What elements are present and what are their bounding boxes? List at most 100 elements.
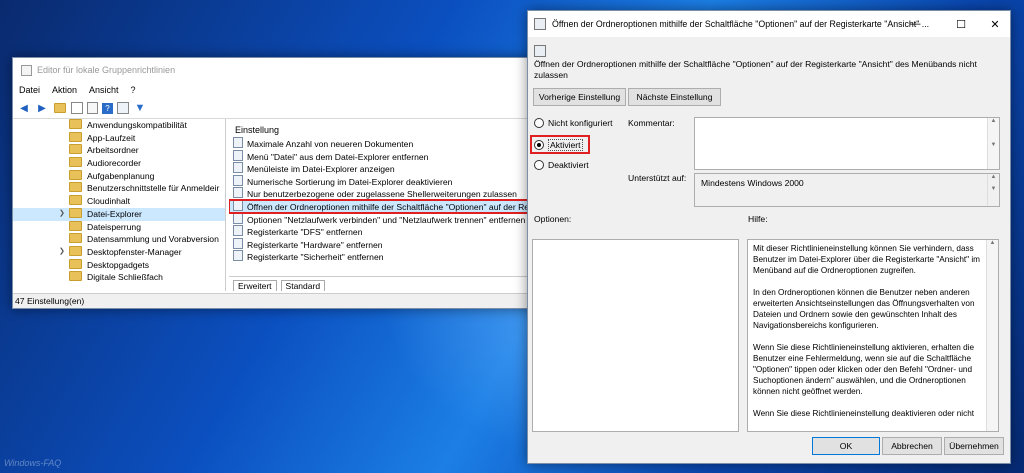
gpo-toolbar: ◀ ▶ ? ▼: [13, 98, 539, 119]
folder-icon: [69, 245, 82, 256]
gpo-titlebar: Editor für lokale Gruppenrichtlinien: [13, 58, 539, 82]
policy-icon: [233, 225, 243, 237]
setting-row[interactable]: Registerkarte "DFS" entfernen: [229, 225, 539, 238]
setting-row[interactable]: Optionen "Netzlaufwerk verbinden" und "N…: [229, 212, 539, 226]
gpo-menubar: Datei Aktion Ansicht ?: [13, 82, 539, 98]
up-folder-icon[interactable]: [53, 101, 67, 115]
cancel-button[interactable]: Abbrechen: [882, 437, 942, 455]
tree-item[interactable]: Datensammlung und Vorabversion: [13, 233, 225, 246]
tab-erweitert[interactable]: Erweitert: [233, 280, 277, 291]
setting-icon: [534, 45, 546, 57]
radio-circle-checked: [534, 140, 544, 150]
desktop-watermark: Windows-FAQ: [4, 458, 62, 468]
radio-not-configured[interactable]: Nicht konfiguriert: [534, 118, 612, 128]
menu-datei[interactable]: Datei: [19, 85, 40, 95]
folder-icon: [69, 233, 82, 244]
tree-item[interactable]: Anwendungskompatibilität: [13, 119, 225, 132]
policy-icon: [233, 212, 243, 224]
comment-label: Kommentar:: [628, 118, 675, 128]
policy-dialog: Öffnen der Ordneroptionen mithilfe der S…: [527, 10, 1011, 464]
tab-standard[interactable]: Standard: [280, 280, 326, 291]
close-icon[interactable]: ✕: [980, 11, 1010, 37]
policy-icon: [233, 187, 243, 199]
forward-arrow-icon[interactable]: ▶: [35, 101, 49, 115]
folder-icon: [69, 195, 82, 206]
help-icon[interactable]: ?: [102, 102, 113, 114]
setting-row[interactable]: Menüleiste im Datei-Explorer anzeigen: [229, 162, 539, 175]
radio-disabled[interactable]: Deaktiviert: [534, 160, 589, 170]
policy-icon: [233, 199, 243, 211]
gpo-app-icon: [21, 64, 32, 76]
dialog-title: Öffnen der Ordneroptionen mithilfe der S…: [552, 19, 930, 29]
folder-icon: [69, 258, 82, 269]
folder-icon: [69, 220, 82, 231]
options-label: Optionen:: [534, 214, 572, 224]
supported-on-field: Mindestens Windows 2000 ▲ ▼: [694, 173, 1000, 207]
show-hide-tree-icon[interactable]: [71, 102, 83, 114]
setting-row[interactable]: Maximale Anzahl von neueren Dokumenten: [229, 137, 539, 150]
minimize-icon[interactable]: —: [900, 11, 930, 37]
policy-icon: [233, 174, 243, 186]
tree-item[interactable]: Audiorecorder: [13, 157, 225, 170]
setting-row[interactable]: Nur benutzerbezogene oder zugelassene Sh…: [229, 187, 539, 200]
setting-row-highlighted[interactable]: Öffnen der Ordneroptionen mithilfe der S…: [229, 199, 539, 214]
policy-icon: [233, 149, 243, 161]
menu-help[interactable]: ?: [131, 85, 136, 95]
setting-row[interactable]: Registerkarte "Hardware" entfernen: [229, 237, 539, 251]
tree-item[interactable]: Benutzerschnittstelle für Anmeldeir: [13, 182, 225, 195]
comment-textarea[interactable]: ▲ ▼: [694, 117, 1000, 170]
tree-item[interactable]: Arbeitsordner: [13, 144, 225, 157]
ok-button[interactable]: OK: [812, 437, 880, 455]
tree-item[interactable]: App-Laufzeit: [13, 131, 225, 145]
dialog-heading: Öffnen der Ordneroptionen mithilfe der S…: [534, 59, 977, 80]
tree-item[interactable]: Aufgabenplanung: [13, 169, 225, 183]
tree-item[interactable]: ❯ Desktopfenster-Manager: [13, 245, 225, 259]
status-bar: 47 Einstellung(en): [13, 293, 539, 308]
tree-item[interactable]: Digitale Schließfach: [13, 271, 225, 284]
policy-icon: [233, 162, 243, 174]
previous-setting-button[interactable]: Vorherige Einstellung: [533, 88, 626, 106]
help-scrollbar[interactable]: ▲: [986, 240, 998, 431]
options-panel: [532, 239, 739, 432]
folder-icon: [69, 119, 82, 129]
folder-icon: [69, 157, 82, 168]
tree-item-datei-explorer[interactable]: ❯ Datei-Explorer: [13, 207, 225, 221]
tree-item[interactable]: Desktopgadgets: [13, 258, 225, 272]
filter-icon[interactable]: ▼: [133, 101, 147, 115]
apply-button[interactable]: Übernehmen: [944, 437, 1004, 455]
menu-aktion[interactable]: Aktion: [52, 85, 77, 95]
supported-label: Unterstützt auf:: [628, 173, 687, 183]
export-list-icon[interactable]: [87, 102, 98, 114]
back-arrow-icon[interactable]: ◀: [17, 101, 31, 115]
policy-icon: [233, 137, 243, 148]
folder-icon: [69, 182, 82, 193]
folder-icon: [69, 207, 82, 218]
scrollbar[interactable]: ▲ ▼: [987, 118, 999, 169]
setting-row[interactable]: Registerkarte "Sicherheit" entfernen: [229, 250, 539, 263]
menu-ansicht[interactable]: Ansicht: [89, 85, 119, 95]
properties-icon[interactable]: [117, 102, 129, 114]
policy-tree: Anwendungskompatibilität App-Laufzeit Ar…: [13, 119, 226, 291]
view-tabs: Erweitert Standard: [229, 276, 539, 291]
next-setting-button[interactable]: Nächste Einstellung: [628, 88, 721, 106]
chevron-right-icon[interactable]: ❯: [59, 208, 65, 221]
folder-icon: [69, 131, 82, 142]
help-label: Hilfe:: [748, 214, 768, 224]
radio-enabled[interactable]: Aktiviert: [534, 139, 583, 151]
policy-icon: [233, 237, 243, 249]
tree-item[interactable]: Cloudinhalt: [13, 195, 225, 208]
supported-value: Mindestens Windows 2000: [701, 178, 804, 188]
folder-icon: [69, 169, 82, 180]
help-text: Mit dieser Richtlinieneinstellung können…: [753, 244, 980, 418]
column-header-einstellung[interactable]: Einstellung: [229, 123, 539, 137]
settings-list: Einstellung Maximale Anzahl von neueren …: [229, 119, 539, 291]
setting-row[interactable]: Menü "Datei" aus dem Datei-Explorer entf…: [229, 149, 539, 163]
tree-item[interactable]: Dateisperrung: [13, 220, 225, 234]
policy-icon: [233, 250, 243, 262]
maximize-icon[interactable]: ☐: [946, 11, 976, 37]
scrollbar[interactable]: ▲ ▼: [987, 174, 999, 206]
radio-circle: [534, 118, 544, 128]
dialog-titlebar: Öffnen der Ordneroptionen mithilfe der S…: [528, 11, 1010, 37]
chevron-right-icon[interactable]: ❯: [59, 246, 65, 259]
setting-row[interactable]: Numerische Sortierung im Datei-Explorer …: [229, 174, 539, 188]
